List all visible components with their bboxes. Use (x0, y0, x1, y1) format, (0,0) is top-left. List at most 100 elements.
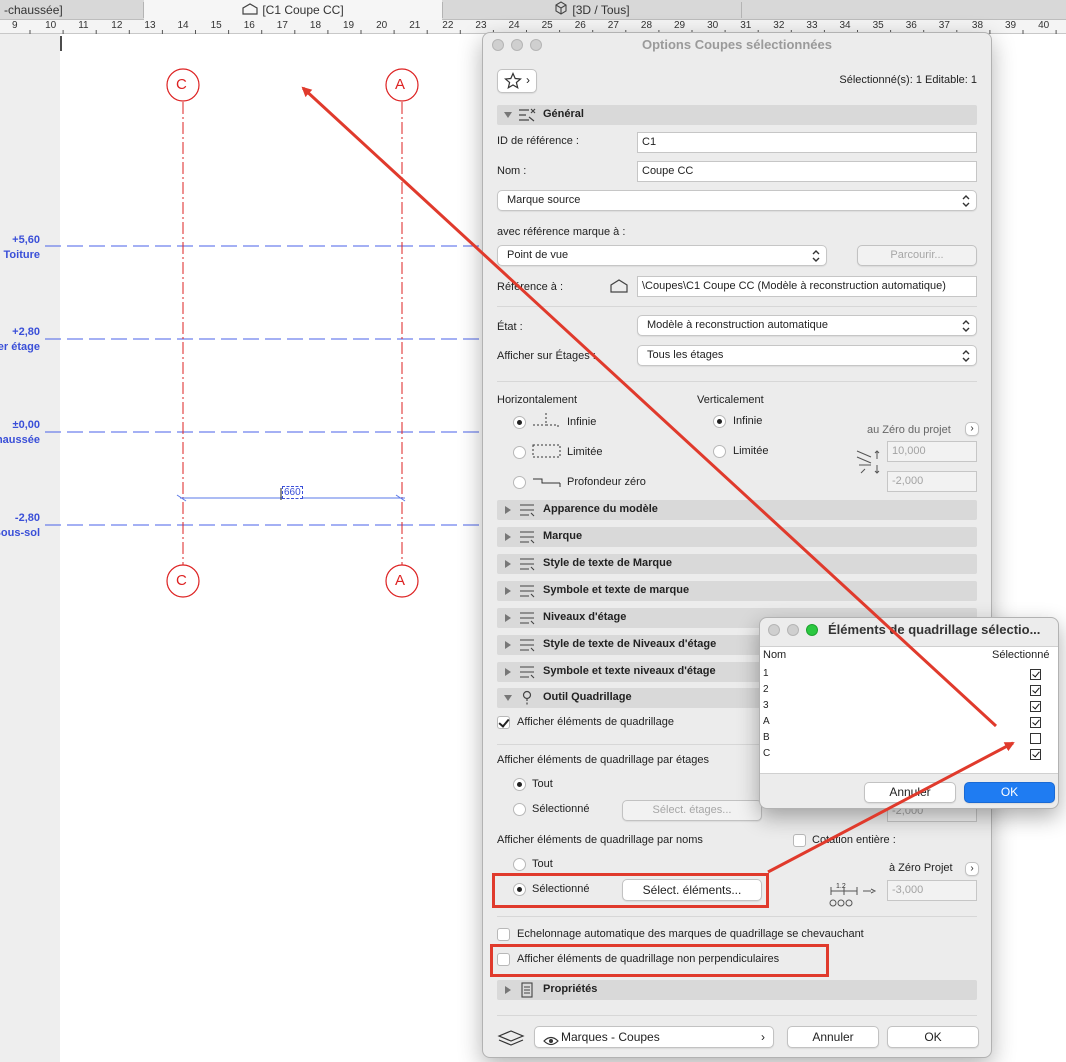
vertical-limited-radio[interactable] (713, 445, 726, 458)
close-window-button[interactable] (768, 624, 780, 636)
zero-project-toggle[interactable]: › (965, 422, 979, 436)
close-window-button[interactable] (492, 39, 504, 51)
full-dimension-checkbox[interactable] (793, 834, 806, 847)
grid-label-bottom-c: C (176, 572, 187, 589)
stories-selected-radio[interactable] (513, 803, 526, 816)
ok-button[interactable]: OK (964, 782, 1055, 803)
vertical-limited-label: Limitée (733, 445, 769, 457)
section-title: Symbole et texte niveaux d'étage (543, 665, 716, 677)
reference-to-input[interactable]: \Coupes\C1 Coupe CC (Modèle à reconstruc… (637, 276, 977, 297)
svg-text:1.2: 1.2 (836, 883, 846, 890)
stories-all-label: Tout (532, 778, 553, 790)
auto-stagger-checkbox[interactable] (497, 928, 510, 941)
ok-button[interactable]: OK (887, 1026, 979, 1048)
names-all-radio[interactable] (513, 858, 526, 871)
vertical-infinite-radio[interactable] (713, 415, 726, 428)
show-grid-label: Afficher éléments de quadrillage (517, 716, 674, 728)
story-levels-icon (520, 612, 535, 625)
marker-source-select[interactable]: Marque source (497, 190, 977, 211)
grid-label-bottom-a: A (395, 572, 406, 589)
table-row[interactable]: B (760, 731, 1058, 747)
favorites-button[interactable]: › (497, 69, 537, 93)
table-row[interactable]: 2 (760, 683, 1058, 699)
highlight-non-perpendicular (490, 944, 829, 977)
state-label: État : (497, 321, 523, 333)
cancel-button[interactable]: Annuler (864, 782, 956, 803)
section-appearance[interactable]: Apparence du modèle (497, 500, 977, 520)
grid-element-name: B (763, 732, 770, 743)
section-title: Général (543, 108, 584, 120)
select-stories-button[interactable]: Sélect. étages... (622, 800, 762, 821)
grid-element-name: C (763, 748, 771, 759)
zoom-window-button[interactable] (806, 624, 818, 636)
disclosure-closed-icon (505, 587, 511, 595)
dialog-title: Options Coupes sélectionnées (642, 37, 832, 52)
section-title: Outil Quadrillage (543, 691, 632, 703)
grid-element-checkbox[interactable] (1030, 669, 1041, 680)
horizontal-label: Horizontalement (497, 394, 578, 406)
horizontal-infinite-radio[interactable] (513, 416, 526, 429)
section-title: Propriétés (543, 983, 598, 995)
section-title: Symbole et texte de marque (543, 584, 690, 596)
state-select[interactable]: Modèle à reconstruction automatique (637, 315, 977, 336)
grid-element-checkbox[interactable] (1030, 685, 1041, 696)
browse-button[interactable]: Parcourir... (857, 245, 977, 266)
disclosure-closed-icon (505, 668, 511, 676)
table-row[interactable]: A (760, 715, 1058, 731)
stories-all-radio[interactable] (513, 778, 526, 791)
select-value: Modèle à reconstruction automatique (647, 319, 828, 331)
symbol-text-icon (520, 585, 535, 598)
zero-project-toggle[interactable]: › (965, 862, 979, 876)
minimize-window-button[interactable] (511, 39, 523, 51)
grid-element-name: 1 (763, 668, 769, 679)
reference-id-input[interactable]: C1 (637, 132, 977, 153)
grid-element-checkbox[interactable] (1030, 749, 1041, 760)
select-value: Tous les étages (647, 349, 724, 361)
disclosure-closed-icon (505, 614, 511, 622)
general-settings-icon (519, 108, 536, 122)
show-grid-checkbox[interactable] (497, 716, 510, 729)
highlight-select-elements (492, 873, 769, 908)
level-name-roof: Toiture (3, 249, 40, 261)
table-row[interactable]: 3 (760, 699, 1058, 715)
zero-project-input[interactable]: -3,000 (887, 880, 977, 901)
horizontal-limited-radio[interactable] (513, 446, 526, 459)
grid-by-names-label: Afficher éléments de quadrillage par nom… (497, 834, 703, 846)
vertical-top-input[interactable]: 10,000 (887, 441, 977, 462)
table-row[interactable]: C (760, 747, 1058, 763)
grid-element-name: A (763, 716, 770, 727)
show-on-stories-select[interactable]: Tous les étages (637, 345, 977, 366)
updown-arrows-icon (962, 195, 970, 207)
section-title: Apparence du modèle (543, 503, 658, 515)
section-symbol-text[interactable]: Symbole et texte de marque (497, 581, 977, 601)
grid-element-name: 2 (763, 684, 769, 695)
cancel-button[interactable]: Annuler (787, 1026, 879, 1048)
table-row[interactable]: 1 (760, 667, 1058, 683)
section-title: Style de texte de Niveaux d'étage (543, 638, 717, 650)
disclosure-closed-icon (505, 506, 511, 514)
section-text-style[interactable]: Style de texte de Marque (497, 554, 977, 574)
minimize-window-button[interactable] (787, 624, 799, 636)
section-title: Marque (543, 530, 583, 542)
disclosure-closed-icon (505, 560, 511, 568)
name-input[interactable]: Coupe CC (637, 161, 977, 182)
zero-project-label: à Zéro Projet (889, 862, 953, 874)
dimension-value[interactable]: 660 (282, 486, 303, 499)
dialog-title: Éléments de quadrillage sélectio... (828, 622, 1041, 637)
star-icon (504, 72, 522, 92)
grid-element-checkbox[interactable] (1030, 733, 1041, 744)
section-general[interactable]: Général (497, 105, 977, 125)
grid-element-checkbox[interactable] (1030, 701, 1041, 712)
section-marker[interactable]: Marque (497, 527, 977, 547)
column-header-name: Nom (763, 649, 787, 661)
horizontal-zero-depth-radio[interactable] (513, 476, 526, 489)
viewpoint-select[interactable]: Point de vue (497, 245, 827, 266)
horizontal-infinite-icon (533, 413, 559, 429)
grid-by-stories-label: Afficher éléments de quadrillage par éta… (497, 754, 709, 766)
view-markers-select[interactable]: Marques - Coupes › (534, 1026, 774, 1048)
grid-element-checkbox[interactable] (1030, 717, 1041, 728)
vertical-bottom-input[interactable]: -2,000 (887, 471, 977, 492)
section-properties[interactable]: Propriétés (497, 980, 977, 1000)
zoom-window-button[interactable] (530, 39, 542, 51)
level-name-ground: Rez-de-chaussée (0, 434, 40, 446)
